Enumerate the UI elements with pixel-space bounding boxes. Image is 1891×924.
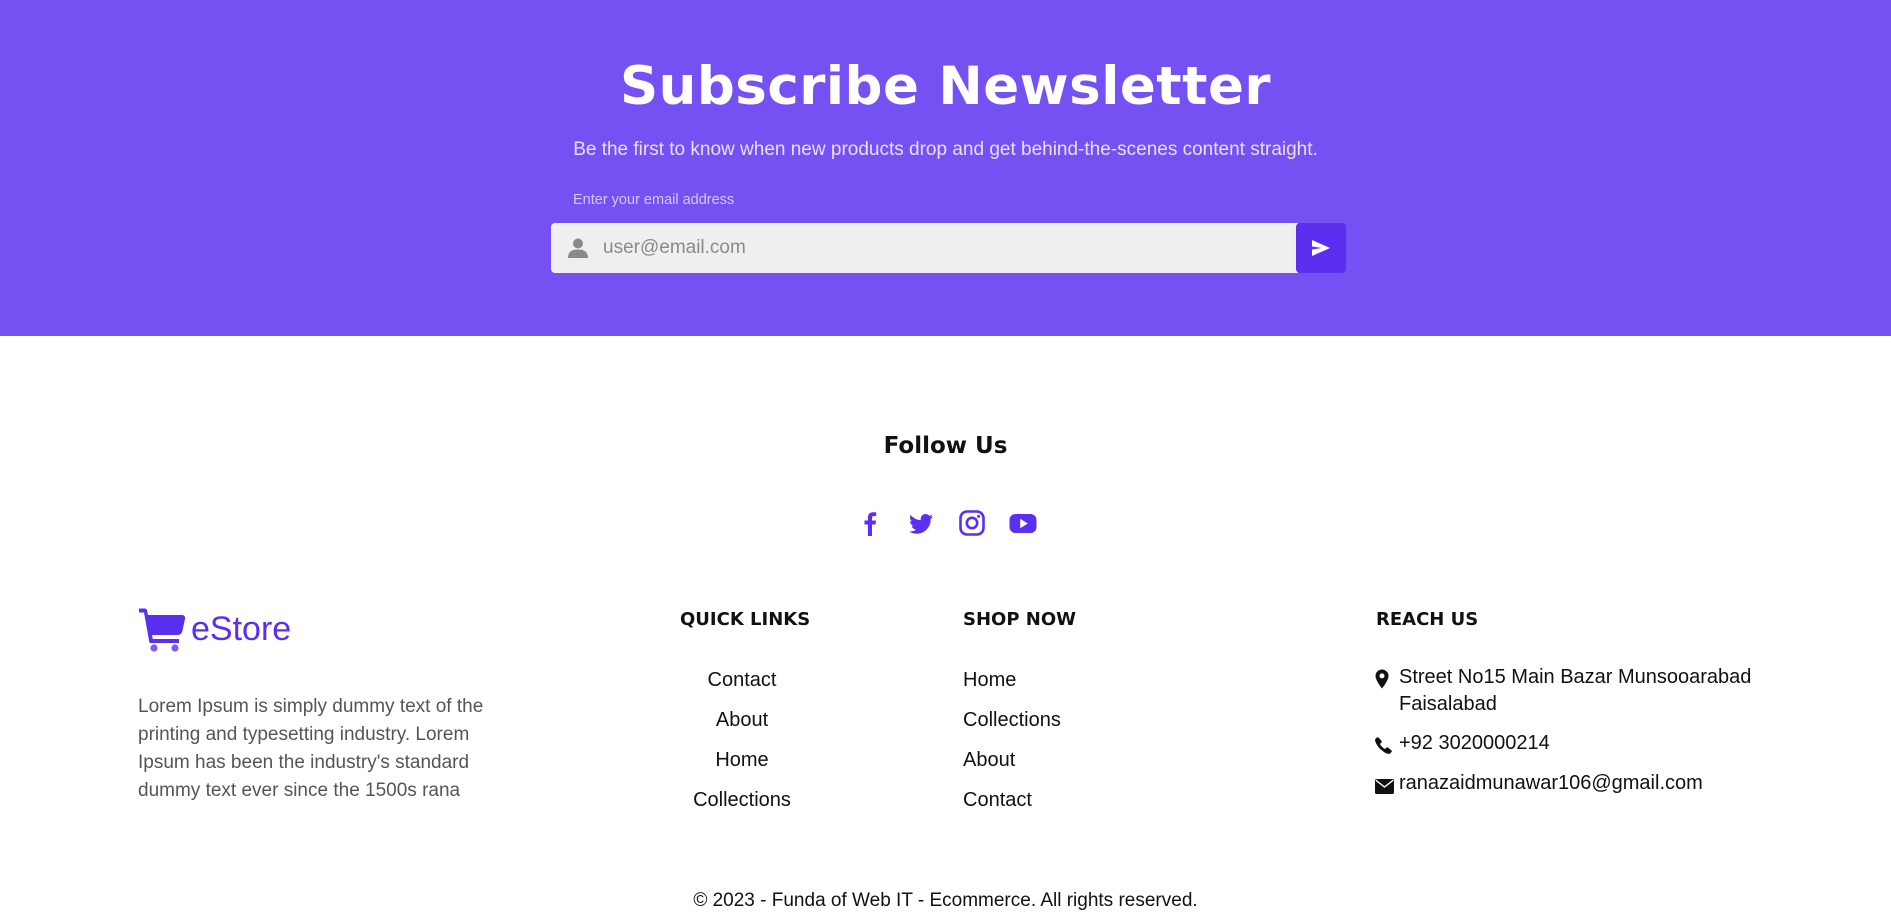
address-text: Street No15 Main Bazar Munsooarabad Fais… [1399, 666, 1752, 715]
map-marker-icon [1375, 669, 1389, 697]
brand-description: Lorem Ipsum is simply dummy text of the … [138, 696, 484, 801]
email-label: Enter your email address [573, 192, 735, 208]
brand-name: eStore [191, 610, 292, 648]
envelope-icon [1375, 775, 1394, 802]
email-link[interactable]: ranazaidmunawar106@gmail.com [1399, 772, 1703, 794]
list-item: Home [662, 744, 822, 784]
instagram-link[interactable] [957, 508, 987, 538]
twitter-icon [906, 514, 936, 542]
reach-us-details: Street No15 Main Bazar Munsooarabad Fais… [1375, 664, 1795, 797]
quick-link-home[interactable]: Home [715, 749, 768, 771]
facebook-link[interactable] [855, 508, 885, 538]
list-item: Contact [662, 664, 822, 704]
facebook-icon [855, 512, 885, 542]
email-input[interactable] [603, 223, 1283, 273]
shop-link-about[interactable]: About [963, 749, 1015, 771]
quick-link-contact[interactable]: Contact [708, 669, 777, 691]
instagram-icon [957, 510, 987, 542]
address: Street No15 Main Bazar Munsooarabad Fais… [1375, 664, 1795, 718]
list-item: Contact [963, 784, 1163, 824]
list-item: Collections [662, 784, 822, 824]
quick-link-about[interactable]: About [716, 709, 768, 731]
list-item: About [963, 744, 1163, 784]
phone: +92 3020000214 [1375, 730, 1795, 757]
shop-link-collections[interactable]: Collections [963, 709, 1061, 731]
phone-icon [1375, 735, 1392, 762]
shop-now-heading: SHOP NOW [963, 609, 1077, 630]
quick-links-list: Contact About Home Collections [662, 664, 822, 824]
youtube-icon [1008, 514, 1038, 542]
newsletter-form [551, 223, 1346, 273]
youtube-link[interactable] [1008, 508, 1038, 538]
shop-link-contact[interactable]: Contact [963, 789, 1032, 811]
phone-text: +92 3020000214 [1399, 732, 1550, 754]
twitter-link[interactable] [906, 508, 936, 538]
shop-now-list: Home Collections About Contact [963, 664, 1163, 824]
quick-links-heading: QUICK LINKS [680, 609, 811, 630]
newsletter-title: Subscribe Newsletter [619, 56, 1272, 117]
email: ranazaidmunawar106@gmail.com [1375, 770, 1795, 797]
follow-us-title: Follow Us [883, 433, 1008, 459]
newsletter-section: Subscribe Newsletter Be the first to kno… [0, 0, 1891, 336]
quick-link-collections[interactable]: Collections [693, 789, 791, 811]
cart-icon [138, 604, 186, 657]
newsletter-subtitle: Be the first to know when new products d… [573, 139, 1318, 160]
user-icon [567, 237, 589, 259]
reach-us-heading: REACH US [1376, 609, 1479, 630]
shop-link-home[interactable]: Home [963, 669, 1016, 691]
list-item: About [662, 704, 822, 744]
email-input-group [551, 223, 1298, 273]
list-item: Home [963, 664, 1163, 704]
subscribe-button[interactable] [1296, 223, 1346, 273]
list-item: Collections [963, 704, 1163, 744]
copyright: © 2023 - Funda of Web IT - Ecommerce. Al… [693, 890, 1198, 911]
